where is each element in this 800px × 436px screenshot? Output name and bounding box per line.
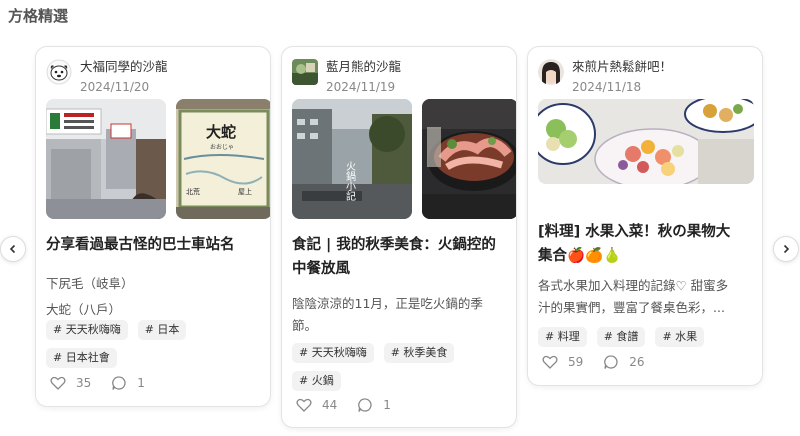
post-title[interactable]: 分享看過最古怪的巴士車站名 [46, 233, 235, 257]
sign-left-text: 北荒 [186, 187, 200, 196]
description-line: 大蛇（八戶） [46, 302, 122, 317]
carousel-next-button[interactable] [773, 236, 799, 262]
post-image[interactable] [422, 99, 516, 219]
post-stats: 59 26 [542, 354, 645, 370]
like-count: 44 [322, 398, 338, 412]
post-stats: 44 1 [296, 397, 391, 413]
image-vertical-text: 火鍋小記 [344, 161, 356, 202]
description-line: 各式水果加入料理的記錄♡ 甜蜜多 [538, 278, 729, 293]
post-description: 陰陰涼涼的11月，正是吃火鍋的季 節。 [292, 293, 483, 337]
image-carousel[interactable]: 火鍋小記 [292, 99, 516, 219]
article-card[interactable]: 藍月熊的沙龍 2024/11/19 火鍋小記 食記 | 我的秋季美食：火鍋控的 … [281, 46, 517, 428]
tag[interactable]: # 天天秋嗨嗨 [46, 320, 128, 340]
author-avatar[interactable] [46, 59, 72, 85]
post-image[interactable]: 大蛇 おおじゃ 北荒 屋上 [176, 99, 270, 219]
comment-count: 26 [629, 355, 645, 369]
post-title[interactable]: [料理] 水果入菜！秋の果物大 集合🍎🍊🍐 [538, 220, 730, 268]
carousel-prev-button[interactable] [0, 236, 26, 262]
comment-count: 1 [137, 376, 145, 390]
heart-icon[interactable] [50, 376, 66, 390]
post-date: 2024/11/19 [326, 80, 396, 94]
author-avatar[interactable] [292, 59, 318, 85]
title-line: 食記 | 我的秋季美食：火鍋控的 [292, 237, 496, 253]
section-title: 方格精選 [8, 7, 69, 25]
description-line: 節。 [292, 318, 318, 333]
article-card[interactable]: 大福同學的沙龍 2024/11/20 大蛇 おおじゃ 北荒 屋上 分享看過最古怪… [35, 46, 271, 407]
like-count: 59 [568, 355, 584, 369]
comment-icon[interactable] [357, 397, 373, 413]
post-image[interactable] [538, 99, 754, 184]
sign-small-text: おおじゃ [210, 144, 234, 151]
title-line: [料理] 水果入菜！秋の果物大 [538, 224, 731, 240]
tag[interactable]: # 日本社會 [46, 348, 117, 368]
image-carousel[interactable]: 大蛇 おおじゃ 北荒 屋上 [46, 99, 270, 219]
heart-icon[interactable] [542, 355, 558, 369]
image-carousel[interactable] [538, 99, 754, 219]
description-line: 汁的果實們，豐富了餐桌色彩，... [538, 300, 725, 315]
sign-right-text: 屋上 [238, 187, 252, 196]
post-date: 2024/11/20 [80, 80, 150, 94]
post-image[interactable]: 火鍋小記 [292, 99, 412, 219]
like-count: 35 [76, 376, 92, 390]
comment-icon[interactable] [603, 354, 619, 370]
tag[interactable]: # 日本 [137, 320, 187, 340]
post-image[interactable] [46, 99, 166, 219]
tag[interactable]: # 秋季美食 [383, 343, 455, 363]
tag[interactable]: # 天天秋嗨嗨 [292, 343, 374, 363]
post-date: 2024/11/18 [572, 80, 642, 94]
tag[interactable]: # 食譜 [596, 327, 646, 347]
sign-text: 大蛇 [206, 123, 236, 141]
title-line: 集合🍎🍊🍐 [538, 248, 622, 264]
heart-icon[interactable] [296, 398, 312, 412]
article-card[interactable]: 來煎片熱鬆餅吧！ 2024/11/18 [料理] 水果入菜！秋の果物大 集合🍎🍊… [527, 46, 763, 386]
chevron-right-icon [783, 244, 790, 254]
tag-list: # 料理 # 食譜 # 水果 [538, 327, 753, 347]
tag[interactable]: # 水果 [655, 327, 705, 347]
tag-list: # 天天秋嗨嗨 # 日本 # 日本社會 [46, 320, 246, 368]
tag[interactable]: # 火鍋 [292, 371, 341, 391]
title-line: 中餐放風 [292, 261, 350, 277]
author-avatar[interactable] [538, 59, 564, 85]
author-name[interactable]: 藍月熊的沙龍 [326, 59, 401, 75]
description-line: 下尻毛（岐阜） [46, 276, 134, 291]
author-name[interactable]: 來煎片熱鬆餅吧！ [572, 59, 672, 75]
tag-list: # 天天秋嗨嗨 # 秋季美食 # 火鍋 [292, 343, 507, 391]
post-title[interactable]: 食記 | 我的秋季美食：火鍋控的 中餐放風 [292, 233, 496, 281]
post-description: 各式水果加入料理的記錄♡ 甜蜜多 汁的果實們，豐富了餐桌色彩，... [538, 275, 728, 319]
post-description: 下尻毛（岐阜） 大蛇（八戶） [46, 273, 134, 321]
description-line: 陰陰涼涼的11月，正是吃火鍋的季 [292, 296, 483, 311]
comment-icon[interactable] [111, 375, 127, 391]
author-name[interactable]: 大福同學的沙龍 [80, 59, 168, 75]
comment-count: 1 [383, 398, 391, 412]
post-stats: 35 1 [50, 375, 145, 391]
tag[interactable]: # 料理 [538, 327, 587, 347]
chevron-left-icon [9, 244, 16, 254]
